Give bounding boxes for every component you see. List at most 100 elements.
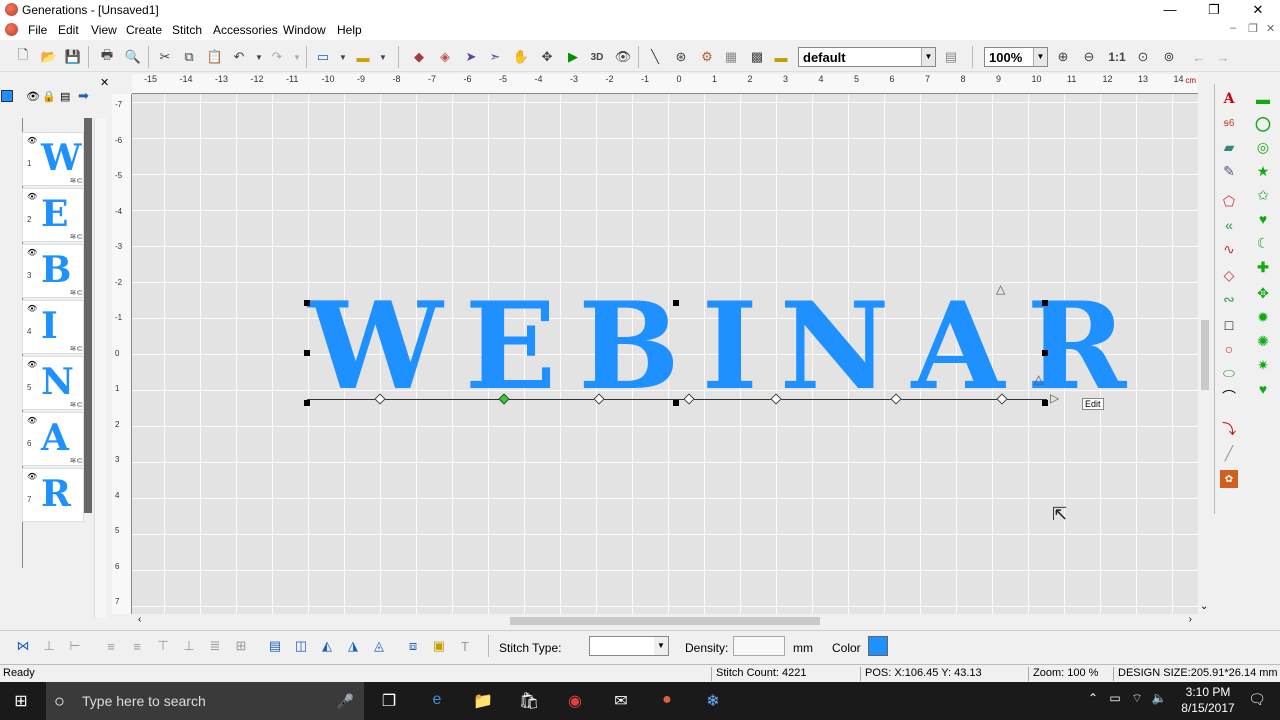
layer-thumb-4[interactable]: 👁 4 I ≋⊂ <box>22 300 84 354</box>
paste-icon[interactable]: 📋 <box>206 48 224 66</box>
design-canvas[interactable]: WEBINAR △ △ ▷ Edit ⇱ <box>132 94 1198 614</box>
photo-stitch-icon[interactable]: ✿ <box>1220 470 1238 488</box>
ellipse-icon[interactable]: ⬭ <box>1220 364 1238 382</box>
ruler-icon[interactable]: ▬ <box>772 48 790 66</box>
curve-tool-icon[interactable]: ∿ <box>1220 240 1238 258</box>
file-explorer-icon[interactable]: 📁 <box>472 691 494 711</box>
color-swatch-button[interactable] <box>868 636 888 656</box>
menu-stitch[interactable]: Stitch <box>172 23 202 37</box>
scissors-tool-icon[interactable]: ⤵ <box>1220 420 1238 438</box>
mirror-icon[interactable]: ◫ <box>292 637 310 655</box>
layer-arrow-icon[interactable]: ➡ <box>78 88 89 104</box>
text-tool-icon[interactable]: A <box>1220 90 1238 108</box>
needle-icon[interactable]: ╲ <box>646 48 664 66</box>
store-icon[interactable]: 🛍 <box>518 691 540 711</box>
hoop-dropdown-icon[interactable]: ▼ <box>334 48 352 66</box>
align-bottom-icon[interactable]: ⊥ <box>180 637 198 655</box>
tray-expand-icon[interactable]: ⌃ <box>1082 691 1104 711</box>
zoom-actual-button[interactable]: 1:1 <box>1108 48 1126 66</box>
rotate-right-icon[interactable]: ◮ <box>344 637 362 655</box>
arc-icon[interactable]: ⌒ <box>1220 388 1238 406</box>
order-icon[interactable]: ▤ <box>266 637 284 655</box>
task-view-icon[interactable]: ❐ <box>378 691 400 711</box>
density-input[interactable] <box>733 636 785 656</box>
embroidery-text[interactable]: WEBINAR <box>308 287 1148 407</box>
green-heart-large-icon[interactable]: ♥ <box>1254 380 1272 398</box>
align-left-icon[interactable]: ≡ <box>102 637 120 655</box>
undo-icon[interactable]: ↶ <box>230 48 248 66</box>
green-cross-icon[interactable]: ✚ <box>1254 258 1272 276</box>
app-icon[interactable] <box>5 3 18 16</box>
clock-time[interactable]: 3:10 PM <box>1176 685 1240 699</box>
back-arrow-icon[interactable]: ← <box>1190 48 1208 66</box>
scroll-right-icon[interactable]: › <box>1189 614 1192 625</box>
mdi-minimize-button[interactable]: – <box>1230 22 1236 34</box>
freehand-shape-icon[interactable]: ⬠ <box>1220 192 1238 210</box>
redo-icon[interactable]: ↷ <box>268 48 286 66</box>
distribute-v-icon[interactable]: ⊞ <box>232 637 250 655</box>
scroll-left-icon[interactable]: ‹ <box>138 614 141 625</box>
eye-icon[interactable]: 👁 <box>27 360 37 369</box>
eye-icon[interactable]: 👁 <box>27 472 37 481</box>
close-button[interactable]: ✕ <box>1236 0 1280 20</box>
flip-icon[interactable]: ◬ <box>370 637 388 655</box>
vertical-scrollbar[interactable]: ⌄ <box>1198 94 1212 614</box>
selection-handle[interactable] <box>304 300 310 306</box>
cut-icon[interactable]: ✂ <box>156 48 174 66</box>
selection-handle[interactable] <box>673 400 679 406</box>
edge-browser-icon[interactable]: e <box>426 691 448 711</box>
mail-icon[interactable]: ✉ <box>610 691 632 711</box>
menu-accessories[interactable]: Accessories <box>213 23 278 37</box>
panel-close-icon[interactable]: ✕ <box>100 76 109 89</box>
selection-handle[interactable] <box>1042 350 1048 356</box>
stitch-type-select[interactable]: ▼ <box>589 636 669 656</box>
align-middle-icon[interactable]: ⊥ <box>40 637 58 655</box>
menu-view[interactable]: View <box>91 23 117 37</box>
zoom-select[interactable]: 100% ▼ <box>984 47 1048 67</box>
green-star-icon[interactable]: ★ <box>1254 162 1272 180</box>
zoom-out-icon[interactable]: ⊖ <box>1080 48 1098 66</box>
volume-icon[interactable]: 🔈 <box>1148 691 1170 711</box>
eye-icon[interactable]: 👁 <box>27 136 37 145</box>
3d-view-icon[interactable]: 3D <box>588 48 606 66</box>
network-icon[interactable]: ⌔ <box>1126 691 1148 711</box>
selection-handle[interactable] <box>1042 300 1048 306</box>
eye-icon[interactable]: 👁 <box>27 416 37 425</box>
spacing-triangle-icon[interactable]: △ <box>996 282 1005 296</box>
grid-icon[interactable]: ▩ <box>748 48 766 66</box>
shape-edit-icon[interactable]: ◈ <box>436 48 454 66</box>
green-rectangle-icon[interactable]: ▬ <box>1254 90 1272 108</box>
rectangle-icon[interactable]: □ <box>1220 316 1238 334</box>
selection-handle[interactable] <box>673 300 679 306</box>
clock-date[interactable]: 8/15/2017 <box>1176 701 1240 715</box>
battery-icon[interactable]: ▭ <box>1104 691 1126 711</box>
save-icon[interactable]: 💾 <box>64 48 82 66</box>
pen-tool-icon[interactable]: ✎ <box>1220 162 1238 180</box>
minimize-button[interactable]: — <box>1148 0 1192 20</box>
green-moon-icon[interactable]: ☾ <box>1254 234 1272 252</box>
menu-edit[interactable]: Edit <box>58 23 79 37</box>
forward-arrow-icon[interactable]: → <box>1214 48 1232 66</box>
distribute-h-icon[interactable]: ≣ <box>206 637 224 655</box>
layer-thumb-6[interactable]: 👁 6 A ≋⊂ <box>22 412 84 466</box>
layer-list-icon[interactable]: ▤ <box>60 90 70 103</box>
thread-icon[interactable]: ⊛ <box>672 48 690 66</box>
hand-pan-icon[interactable]: ✋ <box>512 48 530 66</box>
undo-dropdown-icon[interactable]: ▼ <box>250 48 268 66</box>
green-arrows-icon[interactable]: ✥ <box>1254 284 1272 302</box>
green-spiral-icon[interactable]: ◎ <box>1254 138 1272 156</box>
mdi-restore-button[interactable]: ❐ <box>1248 22 1258 35</box>
align-center-icon[interactable]: ⋈ <box>14 637 32 655</box>
windows-start-icon[interactable]: ⊞ <box>10 691 32 711</box>
green-heart-icon[interactable]: ♥ <box>1254 210 1272 228</box>
copy-icon[interactable]: ⧉ <box>180 48 198 66</box>
snowflake-app-icon[interactable]: ❄ <box>702 691 724 711</box>
zoom-selection-icon[interactable]: ⊚ <box>1160 48 1178 66</box>
fabric-icon[interactable]: ▦ <box>722 48 740 66</box>
circle-icon[interactable]: ○ <box>1220 340 1238 358</box>
selection-handle[interactable] <box>304 400 310 406</box>
width-triangle-icon[interactable]: ▷ <box>1050 391 1059 405</box>
selection-handle[interactable] <box>1042 400 1048 406</box>
new-file-icon[interactable]: 🗋 <box>14 47 32 66</box>
align-split-icon[interactable]: ⊢ <box>66 637 84 655</box>
